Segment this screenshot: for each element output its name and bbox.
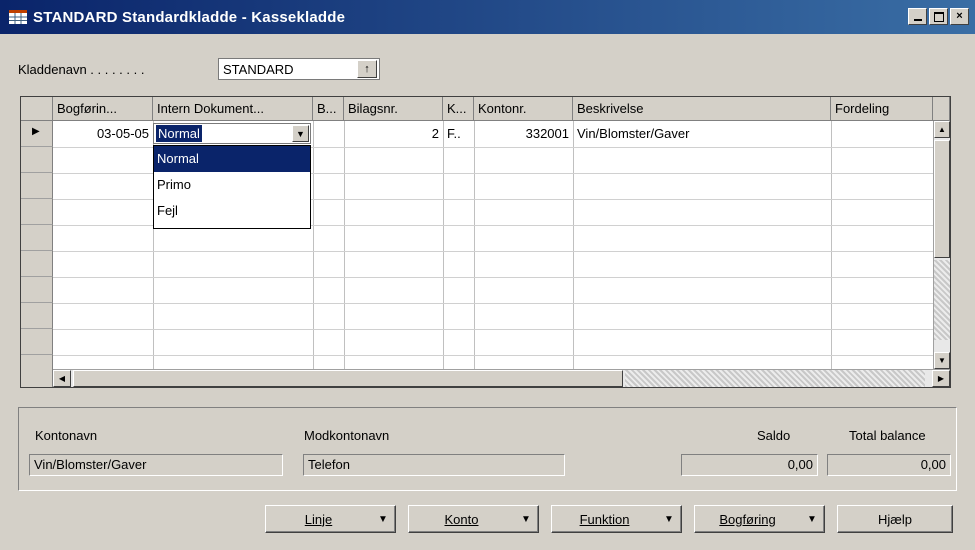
grid-line (313, 121, 314, 371)
arrow-up-icon: ▲ (938, 125, 946, 134)
arrow-down-icon: ▼ (938, 356, 946, 365)
grid-line (443, 121, 444, 371)
maximize-icon (933, 11, 944, 22)
grid-line (573, 121, 574, 371)
row-selector[interactable] (21, 173, 53, 199)
total-balance-value: 0,00 (827, 454, 951, 476)
col-header-b[interactable]: B... (313, 97, 344, 121)
scroll-up-button[interactable]: ▲ (934, 121, 950, 138)
journal-lines-grid: Bogførin... Intern Dokument... B... Bila… (20, 96, 951, 388)
horizontal-scrollbar[interactable]: ◀ ▶ (53, 369, 950, 387)
hscroll-corner (21, 369, 53, 387)
grid-corner (21, 97, 53, 121)
title-bar: STANDARD Standardkladde - Kassekladde × (0, 0, 975, 34)
grid-line (831, 121, 832, 371)
minimize-button[interactable] (908, 8, 927, 25)
cell-account-type[interactable]: F.. (447, 123, 473, 145)
line-menu-button[interactable]: Linje ▼ (265, 505, 396, 533)
cell-description[interactable]: Vin/Blomster/Gaver (577, 123, 827, 145)
horizontal-scroll-track[interactable] (625, 370, 925, 387)
row-selector-active[interactable]: ▶ (21, 121, 53, 147)
line-button-label: Linje (304, 511, 333, 527)
col-header-account-no[interactable]: Kontonr. (474, 97, 573, 121)
option-fejl[interactable]: Fejl (154, 198, 310, 224)
col-header-account-type[interactable]: K... (443, 97, 474, 121)
minimize-icon (913, 19, 922, 21)
cell-posting-date[interactable]: 03-05-05 (57, 123, 149, 145)
window-controls: × (908, 8, 969, 25)
posting-menu-button[interactable]: Bogføring ▼ (694, 505, 825, 533)
journal-window: STANDARD Standardkladde - Kassekladde × … (0, 0, 975, 550)
option-normal[interactable]: Normal (154, 146, 310, 172)
account-info-panel: Kontonavn Vin/Blomster/Gaver Modkontonav… (18, 407, 957, 491)
functions-menu-button[interactable]: Funktion ▼ (551, 505, 682, 533)
option-primo[interactable]: Primo (154, 172, 310, 198)
window-title: STANDARD Standardkladde - Kassekladde (33, 8, 346, 26)
help-button-label: Hjælp (878, 511, 912, 527)
document-type-combobox[interactable]: Normal ▼ (153, 123, 311, 144)
cell-account-no[interactable]: 332001 (474, 123, 569, 145)
journal-name-value: STANDARD (223, 61, 294, 77)
lookup-arrow-icon: ↑ (364, 63, 370, 75)
scroll-right-button[interactable]: ▶ (932, 370, 950, 387)
arrow-right-icon: ▶ (937, 374, 945, 383)
balancing-account-name-label: Modkontonavn (304, 428, 390, 443)
document-type-dropdown-button[interactable]: ▼ (292, 125, 309, 142)
row-selector[interactable] (21, 251, 53, 277)
help-button[interactable]: Hjælp (837, 505, 953, 533)
chevron-down-icon: ▼ (296, 128, 305, 139)
close-button[interactable]: × (950, 8, 969, 25)
document-type-selected: Normal (156, 125, 202, 142)
col-header-document-no[interactable]: Bilagsnr. (344, 97, 443, 121)
grid-line (53, 355, 933, 356)
grid-line (53, 303, 933, 304)
vertical-scroll-thumb[interactable] (934, 140, 950, 258)
maximize-button[interactable] (929, 8, 948, 25)
journal-lookup-button[interactable]: ↑ (357, 60, 377, 78)
vertical-scrollbar[interactable]: ▲ ▼ (933, 121, 950, 371)
balancing-account-name-value: Telefon (303, 454, 565, 476)
col-header-document-type[interactable]: Intern Dokument... (153, 97, 313, 121)
row-selector[interactable] (21, 225, 53, 251)
account-button-label: Konto (444, 511, 479, 527)
arrow-left-icon: ◀ (58, 374, 66, 383)
chevron-down-icon: ▼ (521, 513, 531, 525)
vertical-scroll-track[interactable] (934, 260, 950, 340)
row-selector[interactable] (21, 199, 53, 225)
col-header-description[interactable]: Beskrivelse (573, 97, 831, 121)
grid-line (474, 121, 475, 371)
col-header-distribution[interactable]: Fordeling (831, 97, 933, 121)
balance-value: 0,00 (681, 454, 818, 476)
cell-document-no[interactable]: 2 (344, 123, 439, 145)
account-menu-button[interactable]: Konto ▼ (408, 505, 539, 533)
chevron-down-icon: ▼ (664, 513, 674, 525)
row-selector[interactable] (21, 329, 53, 355)
total-balance-label: Total balance (849, 428, 926, 443)
account-name-label: Kontonavn (35, 428, 98, 443)
document-type-options: Normal Primo Fejl (153, 145, 311, 229)
balance-label: Saldo (757, 428, 791, 443)
scroll-down-button[interactable]: ▼ (934, 352, 950, 369)
posting-button-label: Bogføring (719, 511, 776, 527)
current-row-icon: ▶ (32, 126, 40, 137)
account-name-value: Vin/Blomster/Gaver (29, 454, 283, 476)
journal-name-field[interactable]: STANDARD ↑ (218, 58, 380, 80)
journal-name-label: Kladdenavn . . . . . . . . (18, 62, 145, 77)
row-selector[interactable] (21, 303, 53, 329)
journal-icon (9, 10, 27, 24)
grid-line (53, 251, 933, 252)
functions-button-label: Funktion (579, 511, 630, 527)
row-selector[interactable] (21, 277, 53, 303)
row-selector[interactable] (21, 147, 53, 173)
scroll-left-button[interactable]: ◀ (53, 370, 71, 387)
grid-line (53, 329, 933, 330)
close-icon: × (956, 10, 963, 22)
chevron-down-icon: ▼ (807, 513, 817, 525)
horizontal-scroll-thumb[interactable] (73, 370, 623, 387)
grid-line (53, 277, 933, 278)
grid-line (344, 121, 345, 371)
col-header-posting-date[interactable]: Bogførin... (53, 97, 153, 121)
chevron-down-icon: ▼ (378, 513, 388, 525)
col-header-next[interactable] (933, 97, 950, 121)
